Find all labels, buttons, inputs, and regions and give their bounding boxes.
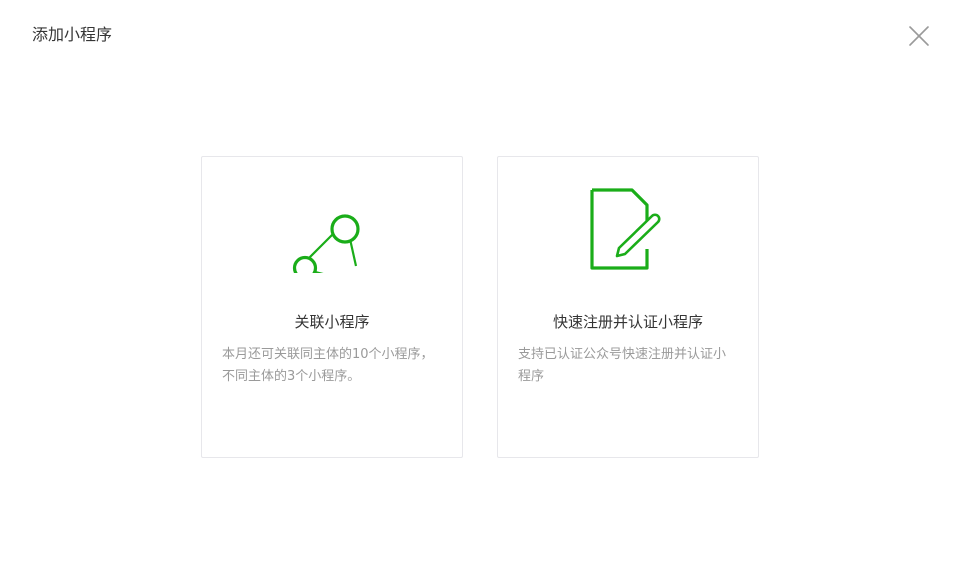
document-pen-icon [578, 183, 678, 273]
link-miniprogram-card[interactable]: 关联小程序 本月还可关联同主体的10个小程序，不同主体的3个小程序。 [201, 156, 463, 458]
link-nodes-icon [282, 183, 382, 273]
card-title: 关联小程序 [294, 313, 370, 331]
card-title: 快速注册并认证小程序 [552, 313, 703, 331]
card-description: 本月还可关联同主体的10个小程序，不同主体的3个小程序。 [222, 347, 434, 384]
dialog-title: 添加小程序 [32, 25, 113, 44]
card-description: 支持已认证公众号快速注册并认证小程序 [518, 347, 727, 384]
add-miniprogram-dialog: 添加小程序 关联小程序 本月还可关联同主体的10个小程序，不同主体的3个小程序。… [0, 0, 960, 566]
close-icon [909, 26, 929, 46]
close-button[interactable] [903, 20, 935, 52]
quick-register-card[interactable]: 快速注册并认证小程序 支持已认证公众号快速注册并认证小程序 [497, 156, 759, 458]
option-cards: 关联小程序 本月还可关联同主体的10个小程序，不同主体的3个小程序。 快速注册并… [201, 156, 759, 458]
